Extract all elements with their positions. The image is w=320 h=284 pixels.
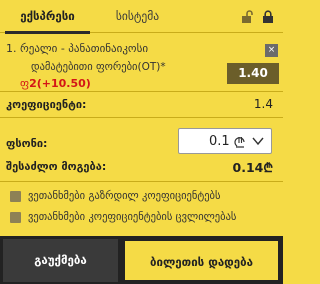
- bet-slip-tabs: ექსპრესი სისტემა: [0, 0, 283, 34]
- possible-win-row: შესაძლო მოგება: 0.14₾: [0, 156, 283, 182]
- accept-increased-odds-label: ვეთანხმები გაზრდილ კოეფიციენტებს: [28, 190, 221, 202]
- bet-outcome-value: 2(+10.50): [29, 77, 91, 90]
- cancel-button[interactable]: გაუქმება: [3, 239, 118, 282]
- stake-value: 0.1: [209, 134, 230, 149]
- bet-event-title: 1. რეალი - პანათინაიკოსი: [6, 42, 149, 55]
- stake-label: ფსონი:: [6, 137, 48, 150]
- bet-outcome: ფ2(+10.50): [20, 77, 91, 90]
- coefficient-label: კოეფიციენტი:: [6, 98, 87, 111]
- coefficient-row: კოეფიციენტი: 1.4: [0, 92, 283, 118]
- accept-odds-change-checkbox[interactable]: [10, 212, 21, 223]
- tab-system[interactable]: სისტემა: [95, 0, 180, 33]
- unlock-icon[interactable]: [241, 10, 254, 23]
- possible-win-label: შესაძლო მოგება:: [6, 160, 107, 173]
- accept-odds-change-option[interactable]: ვეთანხმები კოეფიციენტების ცვლილებას: [0, 207, 283, 229]
- accept-odds-change-label: ვეთანხმები კოეფიციენტების ცვლილებას: [28, 211, 237, 223]
- bet-odds: 1.40: [227, 63, 279, 84]
- accept-increased-odds-checkbox[interactable]: [10, 191, 21, 202]
- bet-market: დამატებითი ფორები(OT)*: [31, 61, 166, 73]
- lari-icon: [234, 137, 245, 148]
- tab-express[interactable]: ექსპრესი: [0, 0, 95, 34]
- stake-select[interactable]: 0.1: [178, 128, 272, 154]
- coefficient-value: 1.4: [253, 97, 273, 111]
- chevron-down-icon[interactable]: [252, 136, 264, 146]
- lock-icon[interactable]: [262, 10, 274, 23]
- place-bet-button[interactable]: ბილეთის დადება: [123, 239, 280, 282]
- accept-increased-odds-option[interactable]: ვეთანხმები გაზრდილ კოეფიციენტებს: [0, 186, 283, 208]
- bet-outcome-prefix: ფ: [20, 77, 30, 90]
- possible-win-value: 0.14₾: [232, 160, 273, 175]
- close-icon[interactable]: ×: [265, 44, 278, 57]
